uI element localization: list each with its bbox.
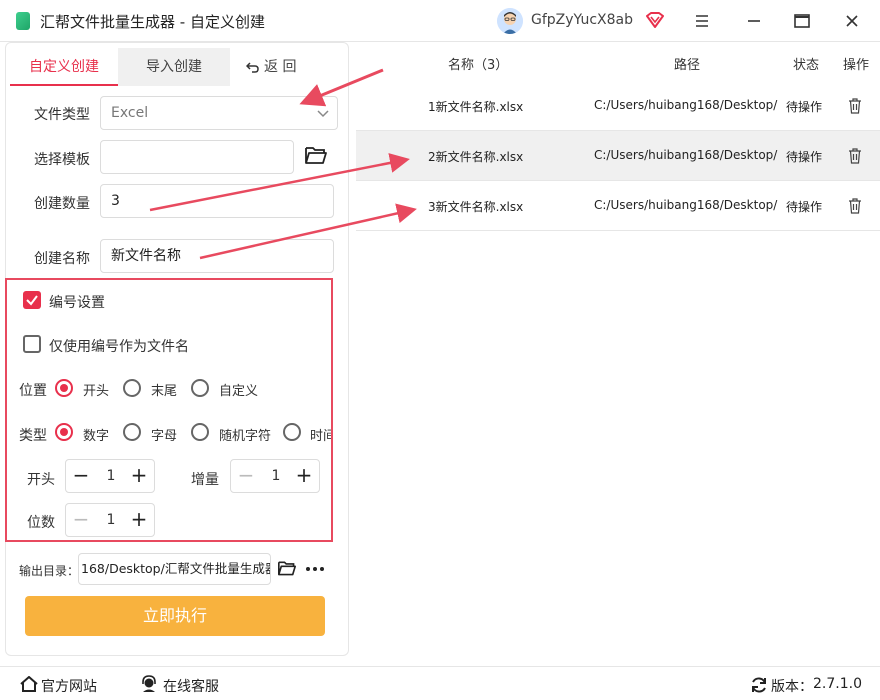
increment-stepper[interactable]: − 1 + [230, 459, 320, 493]
tab-custom-create[interactable]: 自定义创建 [10, 48, 118, 86]
digits-value[interactable]: 1 [96, 504, 126, 536]
type-radio-number[interactable] [55, 423, 73, 441]
plus-icon[interactable]: + [124, 460, 154, 492]
app-logo-icon [16, 12, 30, 30]
user-avatar[interactable] [497, 8, 523, 34]
count-input[interactable]: 3 [100, 184, 334, 218]
position-option-custom: 自定义 [219, 384, 259, 399]
version-number: 2.7.1.0 [813, 676, 862, 692]
start-value[interactable]: 1 [96, 460, 126, 492]
only-number-checkbox[interactable] [23, 335, 41, 353]
output-dir-input[interactable]: 168/Desktop/汇帮文件批量生成器 [78, 553, 271, 585]
home-icon[interactable] [20, 675, 38, 696]
header-action: 操作 [843, 58, 870, 73]
status-bar: 官方网站 在线客服 版本： 2.7.1.0 [0, 666, 880, 700]
type-label: 类型 [19, 428, 47, 444]
output-dir-label: 输出目录： [19, 564, 80, 578]
support-headset-icon[interactable] [140, 675, 158, 697]
trash-icon[interactable] [848, 198, 862, 218]
file-name: 1新文件名称.xlsx [428, 100, 524, 114]
increment-value[interactable]: 1 [261, 460, 291, 492]
minus-icon[interactable]: − [66, 460, 96, 492]
window-title: 汇帮文件批量生成器 - 自定义创建 [40, 13, 265, 31]
refresh-icon[interactable] [750, 676, 768, 698]
name-input[interactable]: 新文件名称 [100, 239, 334, 273]
maximize-icon[interactable] [791, 10, 813, 32]
execute-button[interactable]: 立即执行 [25, 596, 325, 636]
file-path: C:/Users/huibang168/Desktop/ [594, 98, 778, 112]
file-type-value: Excel [111, 105, 149, 121]
only-number-label: 仅使用编号作为文件名 [49, 339, 189, 355]
menu-icon[interactable] [691, 10, 713, 32]
file-type-label: 文件类型 [34, 107, 90, 123]
folder-open-icon[interactable] [277, 559, 297, 581]
type-radio-time[interactable] [283, 423, 301, 441]
username[interactable]: GfpZyYucX8ab [531, 12, 633, 28]
type-option-number: 数字 [83, 429, 110, 444]
table-row[interactable]: 1新文件名称.xlsx C:/Users/huibang168/Desktop/… [356, 81, 880, 131]
back-button[interactable]: 返 回 [240, 48, 300, 86]
trash-icon[interactable] [848, 148, 862, 168]
minus-icon[interactable]: − [231, 460, 261, 492]
numbering-enable-checkbox[interactable] [23, 291, 41, 309]
close-icon[interactable] [841, 10, 863, 32]
file-status: 待操作 [786, 150, 823, 164]
position-option-start: 开头 [83, 384, 110, 399]
back-arrow-icon [246, 62, 259, 73]
template-label: 选择模板 [34, 152, 90, 168]
annotation-highlight-box [5, 278, 333, 542]
header-name[interactable]: 名称（3） [448, 54, 508, 73]
start-label: 开头 [27, 472, 55, 488]
increment-label: 增量 [191, 472, 219, 488]
start-stepper[interactable]: − 1 + [65, 459, 155, 493]
template-input[interactable] [100, 140, 294, 174]
back-label: 返 回 [264, 59, 297, 75]
more-options-icon[interactable] [305, 560, 325, 582]
file-path: C:/Users/huibang168/Desktop/ [594, 148, 778, 162]
trash-icon[interactable] [848, 98, 862, 118]
table-row[interactable]: 2新文件名称.xlsx C:/Users/huibang168/Desktop/… [356, 131, 880, 181]
title-bar: 汇帮文件批量生成器 - 自定义创建 GfpZyYucX8ab [0, 0, 880, 42]
file-status: 待操作 [786, 200, 823, 214]
position-option-end: 末尾 [151, 384, 178, 399]
file-name: 2新文件名称.xlsx [428, 150, 524, 164]
plus-icon[interactable]: + [289, 460, 319, 492]
file-type-select[interactable]: Excel [100, 96, 338, 130]
name-label: 创建名称 [34, 251, 90, 267]
plus-icon[interactable]: + [124, 504, 154, 536]
file-status: 待操作 [786, 100, 823, 114]
count-label: 创建数量 [34, 196, 90, 212]
numbering-enable-label: 编号设置 [49, 295, 105, 311]
minimize-icon[interactable] [743, 10, 765, 32]
tab-import-create[interactable]: 导入创建 [118, 48, 230, 86]
position-radio-custom[interactable] [191, 379, 209, 397]
version-label: 版本： [771, 679, 813, 695]
position-label: 位置 [19, 383, 47, 399]
file-name: 3新文件名称.xlsx [428, 200, 524, 214]
table-row[interactable]: 3新文件名称.xlsx C:/Users/huibang168/Desktop/… [356, 181, 880, 231]
position-radio-start[interactable] [55, 379, 73, 397]
header-path: 路径 [674, 58, 701, 73]
type-radio-letter[interactable] [123, 423, 141, 441]
digits-label: 位数 [27, 515, 55, 531]
minus-icon[interactable]: − [66, 504, 96, 536]
chevron-down-icon [317, 110, 329, 118]
type-option-random: 随机字符 [219, 429, 272, 444]
folder-open-icon[interactable] [304, 144, 328, 170]
type-option-time: 时间 [310, 429, 331, 444]
digits-stepper[interactable]: − 1 + [65, 503, 155, 537]
file-path: C:/Users/huibang168/Desktop/ [594, 198, 778, 212]
type-option-letter: 字母 [151, 429, 178, 444]
position-radio-end[interactable] [123, 379, 141, 397]
official-website-link[interactable]: 官方网站 [41, 676, 97, 696]
type-radio-random[interactable] [191, 423, 209, 441]
header-status: 状态 [793, 58, 820, 73]
vip-badge-icon[interactable] [646, 12, 664, 32]
online-support-link[interactable]: 在线客服 [163, 676, 219, 696]
file-list-header: 名称（3） 路径 状态 操作 [356, 42, 880, 82]
